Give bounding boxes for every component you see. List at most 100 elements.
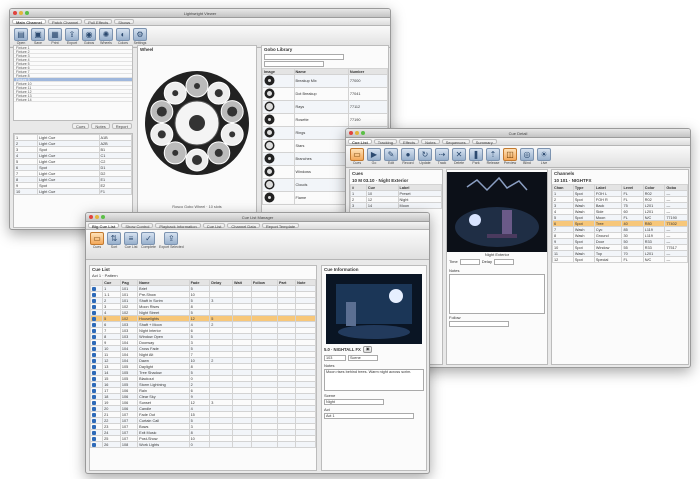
minimize-icon[interactable] [19,11,23,15]
fixture-list-item[interactable]: Fixture 14 [14,98,132,102]
cue-field-b[interactable]: Scene [348,355,378,361]
toolbar-button-3[interactable]: ● Record [401,148,415,165]
gobo-search-input[interactable] [264,54,344,60]
toolbar-button-0[interactable]: ▭ Cues [350,148,364,165]
tab-4[interactable]: Sequences [441,139,470,145]
toolbar-button-2[interactable]: ▦ Print [48,28,62,45]
channel-check-icon[interactable] [92,292,96,297]
channel-check-icon[interactable] [92,352,96,357]
toolbar-button-0[interactable]: ▤ Open [14,28,28,45]
toolbar-button-4[interactable]: ↻ Update [418,148,432,165]
toolbar-button-7[interactable]: ❚ Park [469,148,483,165]
toolbar-button-4[interactable]: ⇪ Export Selected [159,232,184,249]
tab-2[interactable]: Pull Effects [84,19,113,25]
toolbar-button-2[interactable]: ✎ Edit [384,148,398,165]
toolbar-button-2[interactable]: ≡ Cue List [124,232,138,249]
table-row[interactable]: Breakup Mix 77000 [262,74,388,88]
channel-check-icon[interactable] [92,304,96,309]
channel-check-icon[interactable] [92,310,96,315]
table-row[interactable]: 26 108 Work Lights 0 [90,441,316,448]
cue-field-a[interactable]: 103 [324,355,346,361]
toolbar-button-0[interactable]: ▭ Cues [90,232,104,249]
tab-2[interactable]: Effects [398,139,420,145]
channel-check-icon[interactable] [92,388,96,393]
channel-check-icon[interactable] [92,400,96,405]
delay-field[interactable] [493,259,514,265]
minimize-icon[interactable] [95,215,99,219]
table-row[interactable]: Rosette 77190 [262,113,388,127]
tab-4[interactable]: Channel Data [227,223,260,229]
follow-field[interactable] [449,321,509,327]
table-row[interactable]: Rays 77112 [262,100,388,114]
toolbar-button-5[interactable]: ⇢ Track [435,148,449,165]
channel-check-icon[interactable] [92,430,96,435]
channel-check-icon[interactable] [92,436,96,441]
tab-1[interactable]: Show Control [121,223,154,229]
tab-3[interactable]: Notes [421,139,440,145]
table-row[interactable]: 3 14 Moon [350,202,443,209]
toolbar-button-3[interactable]: ✓ Complete [141,232,156,249]
tab-2[interactable]: Playback Information [155,223,201,229]
channel-check-icon[interactable] [92,322,96,327]
zoom-icon[interactable] [361,131,365,135]
channel-check-icon[interactable] [92,328,96,333]
toolbar-button-1[interactable]: ▣ Save [31,28,45,45]
gobo-wheel-graphic[interactable] [138,53,256,203]
notes-area-right[interactable] [449,274,545,314]
gobo-filter-input[interactable] [264,61,324,67]
table-row[interactable]: 12 Spot Special FL N/C — [552,256,688,263]
toolbar-button-9[interactable]: ◫ Preview [503,148,517,165]
time-field[interactable] [459,259,480,265]
notes-textarea[interactable]: Moon rises behind trees. Warm night acro… [324,369,424,391]
toolbar-button-6[interactable]: ◐ Colors [116,28,130,45]
tab-3[interactable]: Cue List [202,223,226,229]
camera-button[interactable]: ▣ [362,346,373,353]
channel-check-icon[interactable] [92,406,96,411]
close-icon[interactable] [89,215,93,219]
bottom-tab-1[interactable]: Notes [91,123,110,129]
toolbar-button-3[interactable]: ⇪ Export [65,28,79,45]
channel-check-icon[interactable] [92,412,96,417]
channel-check-icon[interactable] [92,370,96,375]
toolbar-button-5[interactable]: ✺ Wheels [99,28,113,45]
minimize-icon[interactable] [355,131,359,135]
toolbar-button-8[interactable]: ⇡ Release [486,148,500,165]
toolbar-button-7[interactable]: ⚙ Settings [133,28,147,45]
channel-check-icon[interactable] [92,346,96,351]
tab-0[interactable]: Big Cue List [88,223,120,229]
tab-1[interactable]: Patch Channel [48,19,83,25]
table-row[interactable]: Dot Breakup 77041 [262,87,388,101]
toolbar-button-4[interactable]: ◉ Gobos [82,28,96,45]
channel-check-icon[interactable] [92,394,96,399]
bottom-tab-2[interactable]: Report [111,123,132,129]
toolbar-button-1[interactable]: ▶ Go [367,148,381,165]
channel-check-icon[interactable] [92,298,96,303]
channel-check-icon[interactable] [92,376,96,381]
tab-5[interactable]: Summary [471,139,497,145]
channel-check-icon[interactable] [92,286,96,291]
act-select[interactable]: Act 1 [324,413,414,419]
tab-3[interactable]: Shows [114,19,135,25]
toolbar-button-10[interactable]: ◎ Blind [520,148,534,165]
channel-check-icon[interactable] [92,382,96,387]
close-icon[interactable] [349,131,353,135]
toolbar-button-6[interactable]: ✕ Delete [452,148,466,165]
close-icon[interactable] [13,11,17,15]
zoom-icon[interactable] [101,215,105,219]
toolbar-button-1[interactable]: ⇅ Sort [107,232,121,249]
tab-0[interactable]: Cue List [348,139,372,145]
tab-1[interactable]: Tracking [373,139,397,145]
bottom-tab-0[interactable]: Cues [72,123,90,129]
tab-5[interactable]: Report Template [261,223,300,229]
tab-0[interactable]: Main Channel [12,19,47,25]
table-row[interactable]: 10 Light Cue F1 [14,188,132,195]
channel-check-icon[interactable] [92,364,96,369]
channel-check-icon[interactable] [92,340,96,345]
channel-check-icon[interactable] [92,418,96,423]
channel-check-icon[interactable] [92,424,96,429]
zoom-icon[interactable] [25,11,29,15]
channel-check-icon[interactable] [92,358,96,363]
channel-check-icon[interactable] [92,334,96,339]
channel-check-icon[interactable] [92,442,96,447]
channel-check-icon[interactable] [92,316,96,321]
